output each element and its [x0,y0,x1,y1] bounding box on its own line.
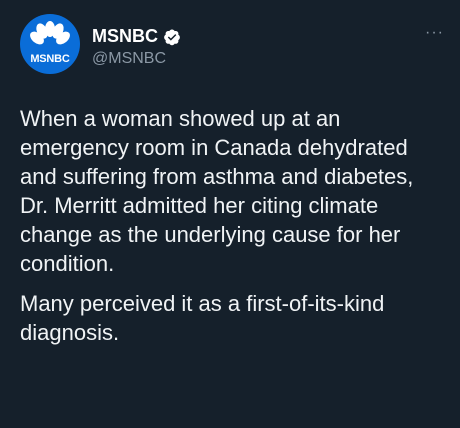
tweet-paragraph: Many perceived it as a first-of-its-kind… [20,291,385,345]
tweet-card: MSNBC MSNBC @MSNBC ··· When a woman show… [0,0,460,428]
display-name[interactable]: MSNBC [92,26,158,47]
more-options-button[interactable]: ··· [425,24,444,42]
avatar-label: MSNBC [30,53,70,65]
tweet-paragraph: When a woman showed up at an emergency r… [20,106,414,276]
tweet-text: When a woman showed up at an emergency r… [20,104,445,347]
user-handle[interactable]: @MSNBC [92,50,166,68]
name-row: MSNBC [92,26,181,47]
verified-badge-icon [164,29,180,45]
peacock-logo-icon [30,21,70,47]
avatar[interactable]: MSNBC [20,14,80,74]
